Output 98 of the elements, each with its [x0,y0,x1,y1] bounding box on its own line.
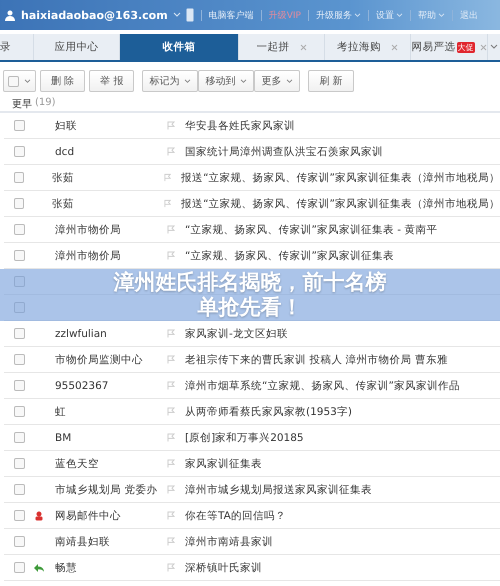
sender-name: 南靖县妇联 [55,534,111,548]
sender-name: BM [55,432,72,444]
row-checkbox[interactable] [14,172,24,183]
email-subject[interactable]: 家风家训-龙文区妇联 [185,326,288,340]
caret-icon [184,78,192,84]
group-label: 更早 [12,98,32,111]
row-checkbox[interactable] [14,146,25,157]
tab[interactable]: 收件箱 [120,34,239,60]
sender-name: 畅慧 [55,560,78,574]
sender-name: 漳州市物价局 [55,248,122,262]
email-subject[interactable]: [原创]家和万事兴20185 [185,430,304,444]
account-email[interactable]: haixiadaobao@163.com [21,8,168,22]
flag-icon[interactable] [167,147,175,156]
email-subject[interactable]: 华安县各姓氏家风家训 [185,118,295,132]
close-icon[interactable] [391,44,398,50]
flag-icon[interactable] [167,355,175,364]
message-count: (19) [35,97,56,110]
email-subject[interactable]: 漳州市南靖县家训 [185,534,273,548]
caret-icon [240,78,248,84]
tab[interactable]: 一起拼 [239,34,325,60]
flag-icon[interactable] [167,407,175,416]
headline-text: 漳州姓氏排名揭晓，前十名榜单抢先看！ [112,270,388,320]
flag-icon[interactable] [167,485,175,494]
row-checkbox[interactable] [14,380,25,391]
toolbar-button[interactable]: 移动到 [198,70,254,92]
email-subject[interactable]: 漳州市烟草系统“立家规、扬家风、传家训”家风家训作品 [185,378,460,392]
caret-icon [396,12,403,18]
close-icon[interactable] [480,44,486,50]
row-checkbox[interactable] [14,432,25,443]
toolbar-button[interactable]: 举 报 [89,70,134,92]
sender-name: 张茹 [52,170,75,184]
email-subject[interactable]: 老祖宗传下来的曹氏家训 投稿人 漳州市物价局 曹东雅 [185,352,448,366]
email-subject[interactable]: 报送“立家规、扬家风、传家训”家风家训征集表（漳州市地税局） [181,170,500,184]
toolbar-button[interactable]: 刷 新 [308,70,354,92]
row-checkbox[interactable] [14,354,25,365]
email-subject[interactable]: 国家统计局漳州调查队洪宝石羡家风家训 [185,144,383,158]
sender-name: 漳州市物价局 [55,222,122,236]
tab[interactable]: 网易严选 大促 [411,34,488,60]
row-checkbox[interactable] [14,536,25,547]
tab[interactable]: 录 [0,34,34,60]
sender-name: 虹 [55,404,67,418]
row-checkbox[interactable] [14,276,25,287]
close-icon[interactable] [300,44,306,50]
sender-name: 95502367 [55,380,110,392]
promo-badge: 大促 [456,42,474,52]
flag-icon[interactable] [167,251,175,260]
row-checkbox[interactable] [14,484,25,495]
caret-icon [438,12,445,18]
flag-icon[interactable] [167,381,175,390]
email-subject[interactable]: “立家规、扬家风、传家训”家风家训征集表 [185,248,394,262]
select-all-dropdown[interactable] [3,70,36,92]
sender-name: 妇联 [55,118,78,132]
toolbar-button[interactable]: 标记为 [142,70,198,92]
flag-icon[interactable] [167,121,175,130]
toolbar-button[interactable]: 删 除 [40,70,86,92]
sender-name: 蓝色天空 [55,456,100,470]
email-subject[interactable]: 你在等TA的回信吗？ [185,508,286,522]
row-checkbox[interactable] [14,458,25,469]
email-subject[interactable]: 漳州市城乡规划局报送家风家训征集表 [185,482,372,496]
user-icon [4,9,16,21]
row-checkbox[interactable] [14,224,25,235]
row-checkbox[interactable] [14,120,25,131]
row-checkbox[interactable] [14,302,25,313]
caret-icon[interactable] [490,44,498,50]
flag-icon[interactable] [167,537,175,546]
caret-icon [286,78,294,84]
row-checkbox[interactable] [14,406,25,417]
sender-name: dcd [55,146,76,158]
flag-icon[interactable] [164,173,172,182]
email-subject[interactable]: 家风家训征集表 [185,456,262,470]
caret-icon [24,78,31,84]
toolbar-button[interactable]: 更多 [254,70,300,92]
reply-icon [34,564,44,572]
email-subject[interactable]: 报送“立家规、扬家风、传家训”家风家训征集表（漳州市地税局） [181,196,500,210]
sender-name: 张茹 [52,196,75,210]
row-checkbox[interactable] [14,250,25,261]
email-subject[interactable]: 深桥镇叶氏家训 [185,560,262,574]
flag-icon[interactable] [164,199,172,208]
row-checkbox[interactable] [14,510,25,521]
row-checkbox[interactable] [14,198,24,209]
sender-name: 市物价局监测中心 [55,352,144,366]
flag-icon[interactable] [167,459,175,468]
email-subject[interactable]: “立家规、扬家风、传家训”家风家训征集表 - 黄南平 [185,222,438,236]
flag-icon[interactable] [167,563,175,572]
sender-name: zzlwfulian [55,328,108,340]
flag-icon[interactable] [167,511,175,520]
flag-icon[interactable] [167,329,175,338]
email-subject[interactable]: 从两帝师看蔡氏家风家教(1953字) [185,404,352,418]
sender-name: 市城乡规划局 党委办 [55,482,158,496]
tab[interactable]: 考拉海购 [325,34,411,60]
row-checkbox[interactable] [14,328,25,339]
sender-name: 网易邮件中心 [55,508,122,522]
caret-icon [354,12,361,18]
person-icon [35,510,43,520]
flag-icon[interactable] [167,433,175,442]
flag-icon[interactable] [167,225,175,234]
phone-icon[interactable] [186,8,194,22]
row-checkbox[interactable] [14,562,25,573]
